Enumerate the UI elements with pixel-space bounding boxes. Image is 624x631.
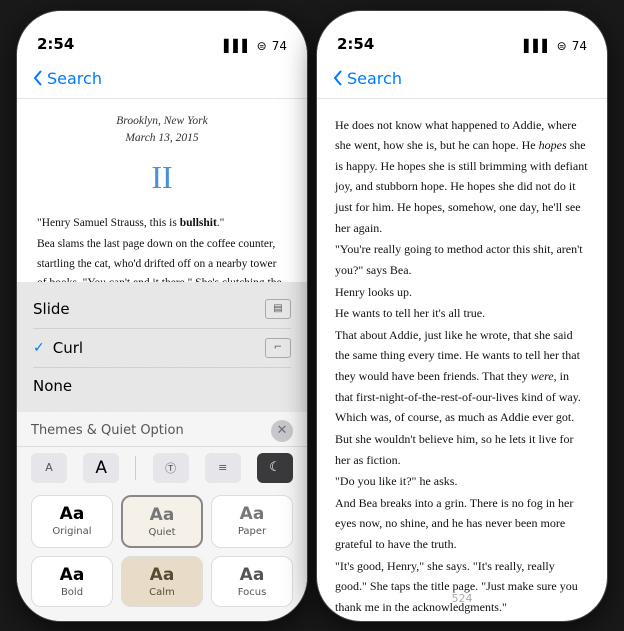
theme-bold-name: Bold xyxy=(61,587,83,598)
phones-wrapper: 2:54 ▌▌▌ ⊜ 74 Search Brooklyn, New YorkM… xyxy=(17,11,607,621)
theme-quiet[interactable]: Aa Quiet xyxy=(121,495,203,548)
time-right: 2:54 xyxy=(337,35,374,53)
font-size-row: A A Ⓣ ≡ ☾ xyxy=(17,446,307,489)
theme-paper-preview: Aa xyxy=(240,504,265,524)
theme-focus-preview: Aa xyxy=(240,565,265,585)
theme-bold[interactable]: Aa Bold xyxy=(31,556,113,607)
book-location: Brooklyn, New YorkMarch 13, 2015 xyxy=(37,113,287,148)
signal-icon-right: ▌▌▌ xyxy=(524,39,552,53)
read-para-6: But she wouldn't believe him, so he lets… xyxy=(335,429,589,470)
status-bar-left: 2:54 ▌▌▌ ⊜ 74 xyxy=(17,11,307,59)
theme-paper[interactable]: Aa Paper xyxy=(211,495,293,548)
theme-focus-name: Focus xyxy=(238,587,267,598)
back-button-right[interactable]: Search xyxy=(333,69,402,88)
wifi-icon-right: ⊜ xyxy=(557,39,567,53)
curl-check: ✓ xyxy=(33,340,45,356)
font-large-btn[interactable]: A xyxy=(83,453,119,483)
theme-original[interactable]: Aa Original xyxy=(31,495,113,548)
wifi-icon: ⊜ xyxy=(257,39,267,53)
read-para-8: And Bea breaks into a grin. There is no … xyxy=(335,493,589,555)
read-para-3: Henry looks up. xyxy=(335,282,589,303)
page-number: 524 xyxy=(452,592,473,605)
theme-quiet-preview: Aa xyxy=(150,505,175,525)
anim-none-label: None xyxy=(33,377,72,395)
back-label-left: Search xyxy=(47,69,102,88)
status-icons-right: ▌▌▌ ⊜ 74 xyxy=(524,39,587,53)
chapter-number: II xyxy=(37,151,287,204)
divider-1 xyxy=(135,456,136,480)
font-spacing-btn[interactable]: ≡ xyxy=(205,453,241,483)
themes-header: Themes & Quiet Option ✕ xyxy=(17,412,307,446)
bottom-panel: Slide ▤ ✓ Curl ⌐ None Themes & Quiet Opt… xyxy=(17,282,307,621)
anim-slide[interactable]: Slide ▤ xyxy=(33,290,291,329)
read-para-5: That about Addie, just like he wrote, th… xyxy=(335,325,589,428)
theme-calm[interactable]: Aa Calm xyxy=(121,556,203,607)
theme-grid: Aa Original Aa Quiet Aa Paper Aa Bold Aa xyxy=(17,489,307,621)
font-small-btn[interactable]: A xyxy=(31,453,67,483)
battery-icon: 74 xyxy=(272,39,287,53)
nav-bar-right: Search xyxy=(317,59,607,99)
theme-focus[interactable]: Aa Focus xyxy=(211,556,293,607)
read-para-1: He does not know what happened to Addie,… xyxy=(335,115,589,239)
theme-calm-name: Calm xyxy=(149,587,175,598)
animation-options: Slide ▤ ✓ Curl ⌐ None xyxy=(17,282,307,412)
book-para-1: "Henry Samuel Strauss, this is bullshit.… xyxy=(37,214,287,234)
back-label-right: Search xyxy=(347,69,402,88)
left-phone: 2:54 ▌▌▌ ⊜ 74 Search Brooklyn, New YorkM… xyxy=(17,11,307,621)
curl-icon: ⌐ xyxy=(265,338,291,358)
anim-slide-label: Slide xyxy=(33,300,70,318)
read-para-9: "It's good, Henry," she says. "It's real… xyxy=(335,556,589,618)
read-para-4: He wants to tell her it's all true. xyxy=(335,303,589,324)
font-options-btn[interactable]: ☾ xyxy=(257,453,293,483)
dismiss-button[interactable]: ✕ xyxy=(271,420,293,442)
theme-calm-preview: Aa xyxy=(150,565,175,585)
status-icons-left: ▌▌▌ ⊜ 74 xyxy=(224,39,287,53)
theme-bold-preview: Aa xyxy=(60,565,85,585)
battery-icon-right: 74 xyxy=(572,39,587,53)
nav-bar-left: Search xyxy=(17,59,307,99)
theme-paper-name: Paper xyxy=(238,526,266,537)
read-para-10: "What?" xyxy=(335,619,589,621)
font-style-btn[interactable]: Ⓣ xyxy=(153,453,189,483)
read-para-7: "Do you like it?" he asks. xyxy=(335,471,589,492)
theme-original-name: Original xyxy=(52,526,91,537)
themes-title: Themes & Quiet Option xyxy=(31,423,184,438)
slide-icon: ▤ xyxy=(265,299,291,319)
reading-content: He does not know what happened to Addie,… xyxy=(317,99,607,621)
signal-icon: ▌▌▌ xyxy=(224,39,252,53)
right-phone: 2:54 ▌▌▌ ⊜ 74 Search He does not know wh… xyxy=(317,11,607,621)
font-small-icon: A xyxy=(45,461,53,474)
time-left: 2:54 xyxy=(37,35,74,53)
anim-none[interactable]: None xyxy=(33,368,291,404)
font-large-icon: A xyxy=(95,458,107,478)
status-bar-right: 2:54 ▌▌▌ ⊜ 74 xyxy=(317,11,607,59)
theme-quiet-name: Quiet xyxy=(148,527,175,538)
book-header: Brooklyn, New YorkMarch 13, 2015 II xyxy=(37,113,287,204)
anim-curl-label: Curl xyxy=(53,339,265,357)
anim-curl[interactable]: ✓ Curl ⌐ xyxy=(33,329,291,368)
theme-original-preview: Aa xyxy=(60,504,85,524)
back-button-left[interactable]: Search xyxy=(33,69,102,88)
read-para-2: "You're really going to method actor thi… xyxy=(335,239,589,280)
